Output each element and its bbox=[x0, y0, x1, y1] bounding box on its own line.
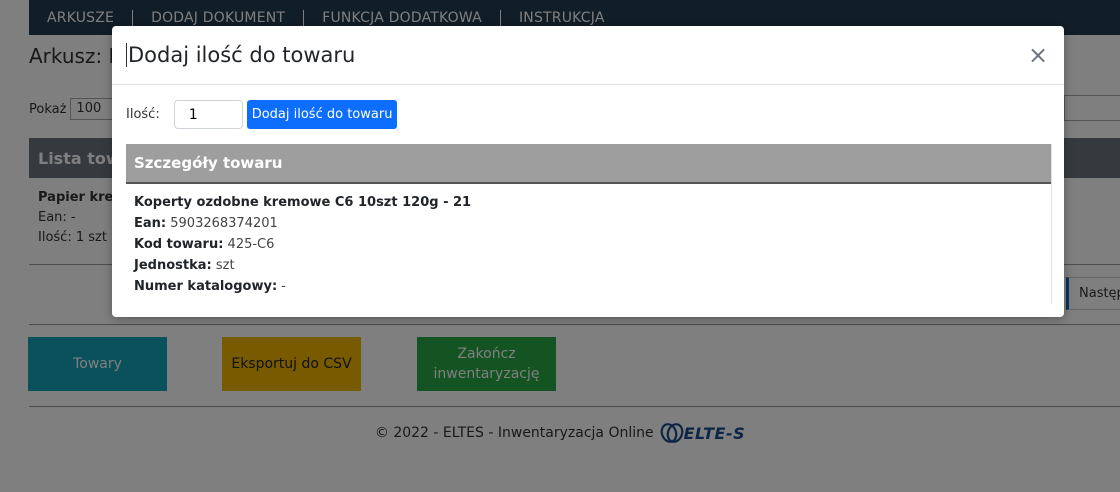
add-quantity-button[interactable]: Dodaj ilość do towaru bbox=[246, 100, 398, 129]
quantity-label: Ilość: bbox=[126, 107, 160, 122]
product-code-row: Kod towaru: 425-C6 bbox=[134, 234, 1043, 255]
product-catalog-row: Numer katalogowy: - bbox=[134, 276, 1043, 297]
product-ean-row: Ean: 5903268374201 bbox=[134, 213, 1043, 234]
code-value: 425-C6 bbox=[227, 237, 275, 252]
product-details: Szczegóły towaru Koperty ozdobne kremowe… bbox=[126, 144, 1052, 304]
close-icon[interactable]: × bbox=[1026, 43, 1050, 67]
ean-value: 5903268374201 bbox=[170, 216, 278, 231]
add-quantity-modal: Dodaj ilość do towaru × Ilość: Dodaj ilo… bbox=[112, 26, 1064, 317]
ean-label: Ean: bbox=[134, 216, 167, 231]
modal-header: Dodaj ilość do towaru × bbox=[112, 26, 1064, 85]
unit-label: Jednostka: bbox=[134, 258, 212, 273]
quantity-input[interactable] bbox=[173, 100, 243, 129]
catalog-label: Numer katalogowy: bbox=[134, 279, 278, 294]
product-unit-row: Jednostka: szt bbox=[134, 255, 1043, 276]
unit-value: szt bbox=[215, 258, 235, 273]
details-body: Koperty ozdobne kremowe C6 10szt 120g - … bbox=[126, 184, 1051, 305]
details-header: Szczegóły towaru bbox=[126, 144, 1051, 184]
modal-title: Dodaj ilość do towaru bbox=[126, 43, 356, 67]
catalog-value: - bbox=[281, 279, 286, 294]
quantity-row: Ilość: Dodaj ilość do towaru bbox=[126, 100, 398, 129]
code-label: Kod towaru: bbox=[134, 237, 224, 252]
product-name: Koperty ozdobne kremowe C6 10szt 120g - … bbox=[134, 195, 472, 210]
